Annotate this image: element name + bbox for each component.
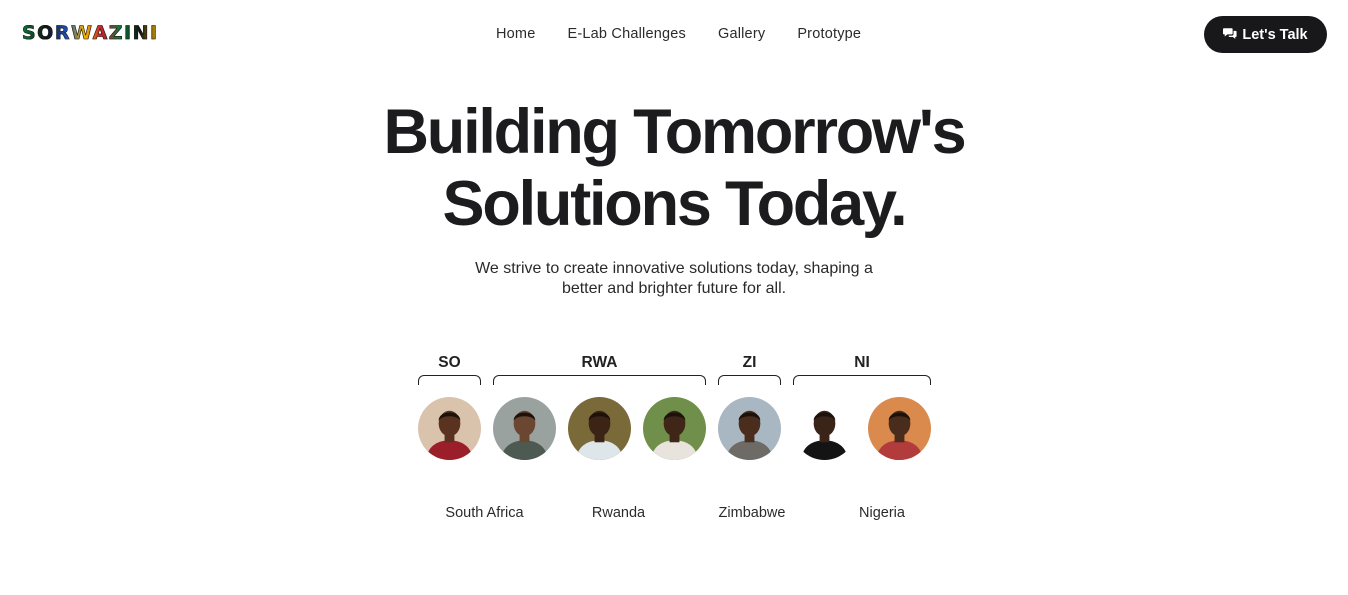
- group-label: RWA: [581, 354, 618, 371]
- country-label-nigeria: Nigeria: [859, 505, 905, 521]
- hero-title: Building Tomorrow's Solutions Today.: [0, 96, 1348, 240]
- group-label: ZI: [742, 354, 757, 371]
- group-bracket: [418, 375, 481, 385]
- group-bracket: [793, 375, 931, 385]
- nav-link-e-lab-challenges[interactable]: E-Lab Challenges: [567, 26, 685, 42]
- main-nav: Home E-Lab Challenges Gallery Prototype: [496, 26, 893, 42]
- avatar-photo: [643, 397, 706, 460]
- team-member-avatar[interactable]: [718, 397, 781, 460]
- avatar-photo: [418, 397, 481, 460]
- country-label-rwanda: Rwanda: [591, 505, 646, 521]
- hero-title-line-1: Building Tomorrow's: [383, 97, 967, 167]
- team-member-avatar[interactable]: [868, 397, 931, 460]
- group-so: SO: [418, 354, 481, 385]
- group-zi: ZI: [718, 354, 781, 385]
- lets-talk-label: Let's Talk: [1242, 26, 1308, 43]
- team-member-avatar[interactable]: [643, 397, 706, 460]
- group-bracket: [718, 375, 781, 385]
- nav-link-prototype[interactable]: Prototype: [797, 26, 861, 42]
- group-label: NI: [854, 354, 870, 371]
- lets-talk-button[interactable]: Let's Talk: [1204, 16, 1327, 53]
- brand-logo[interactable]: SORWAZINI: [22, 22, 159, 45]
- team-member-avatar[interactable]: [418, 397, 481, 460]
- nav-link-home[interactable]: Home: [496, 26, 535, 42]
- group-ni: NI: [793, 354, 931, 385]
- avatar-photo: [793, 397, 856, 460]
- avatar-photo: [568, 397, 631, 460]
- team-member-avatar[interactable]: [793, 397, 856, 460]
- group-label: SO: [438, 354, 461, 371]
- group-bracket: [493, 375, 706, 385]
- country-label-zimbabwe: Zimbabwe: [718, 505, 786, 521]
- hero-title-line-2: Solutions Today.: [442, 169, 908, 239]
- avatar-photo: [868, 397, 931, 460]
- team-member-avatar[interactable]: [493, 397, 556, 460]
- avatar-photo: [493, 397, 556, 460]
- nav-link-gallery[interactable]: Gallery: [718, 26, 765, 42]
- avatar-photo: [718, 397, 781, 460]
- country-label-south-africa: South Africa: [445, 505, 524, 521]
- chat-bubbles-icon: [1223, 26, 1237, 44]
- group-rwa: RWA: [493, 354, 706, 385]
- team-member-avatar[interactable]: [568, 397, 631, 460]
- hero-subtitle: We strive to create innovative solutions…: [475, 260, 873, 297]
